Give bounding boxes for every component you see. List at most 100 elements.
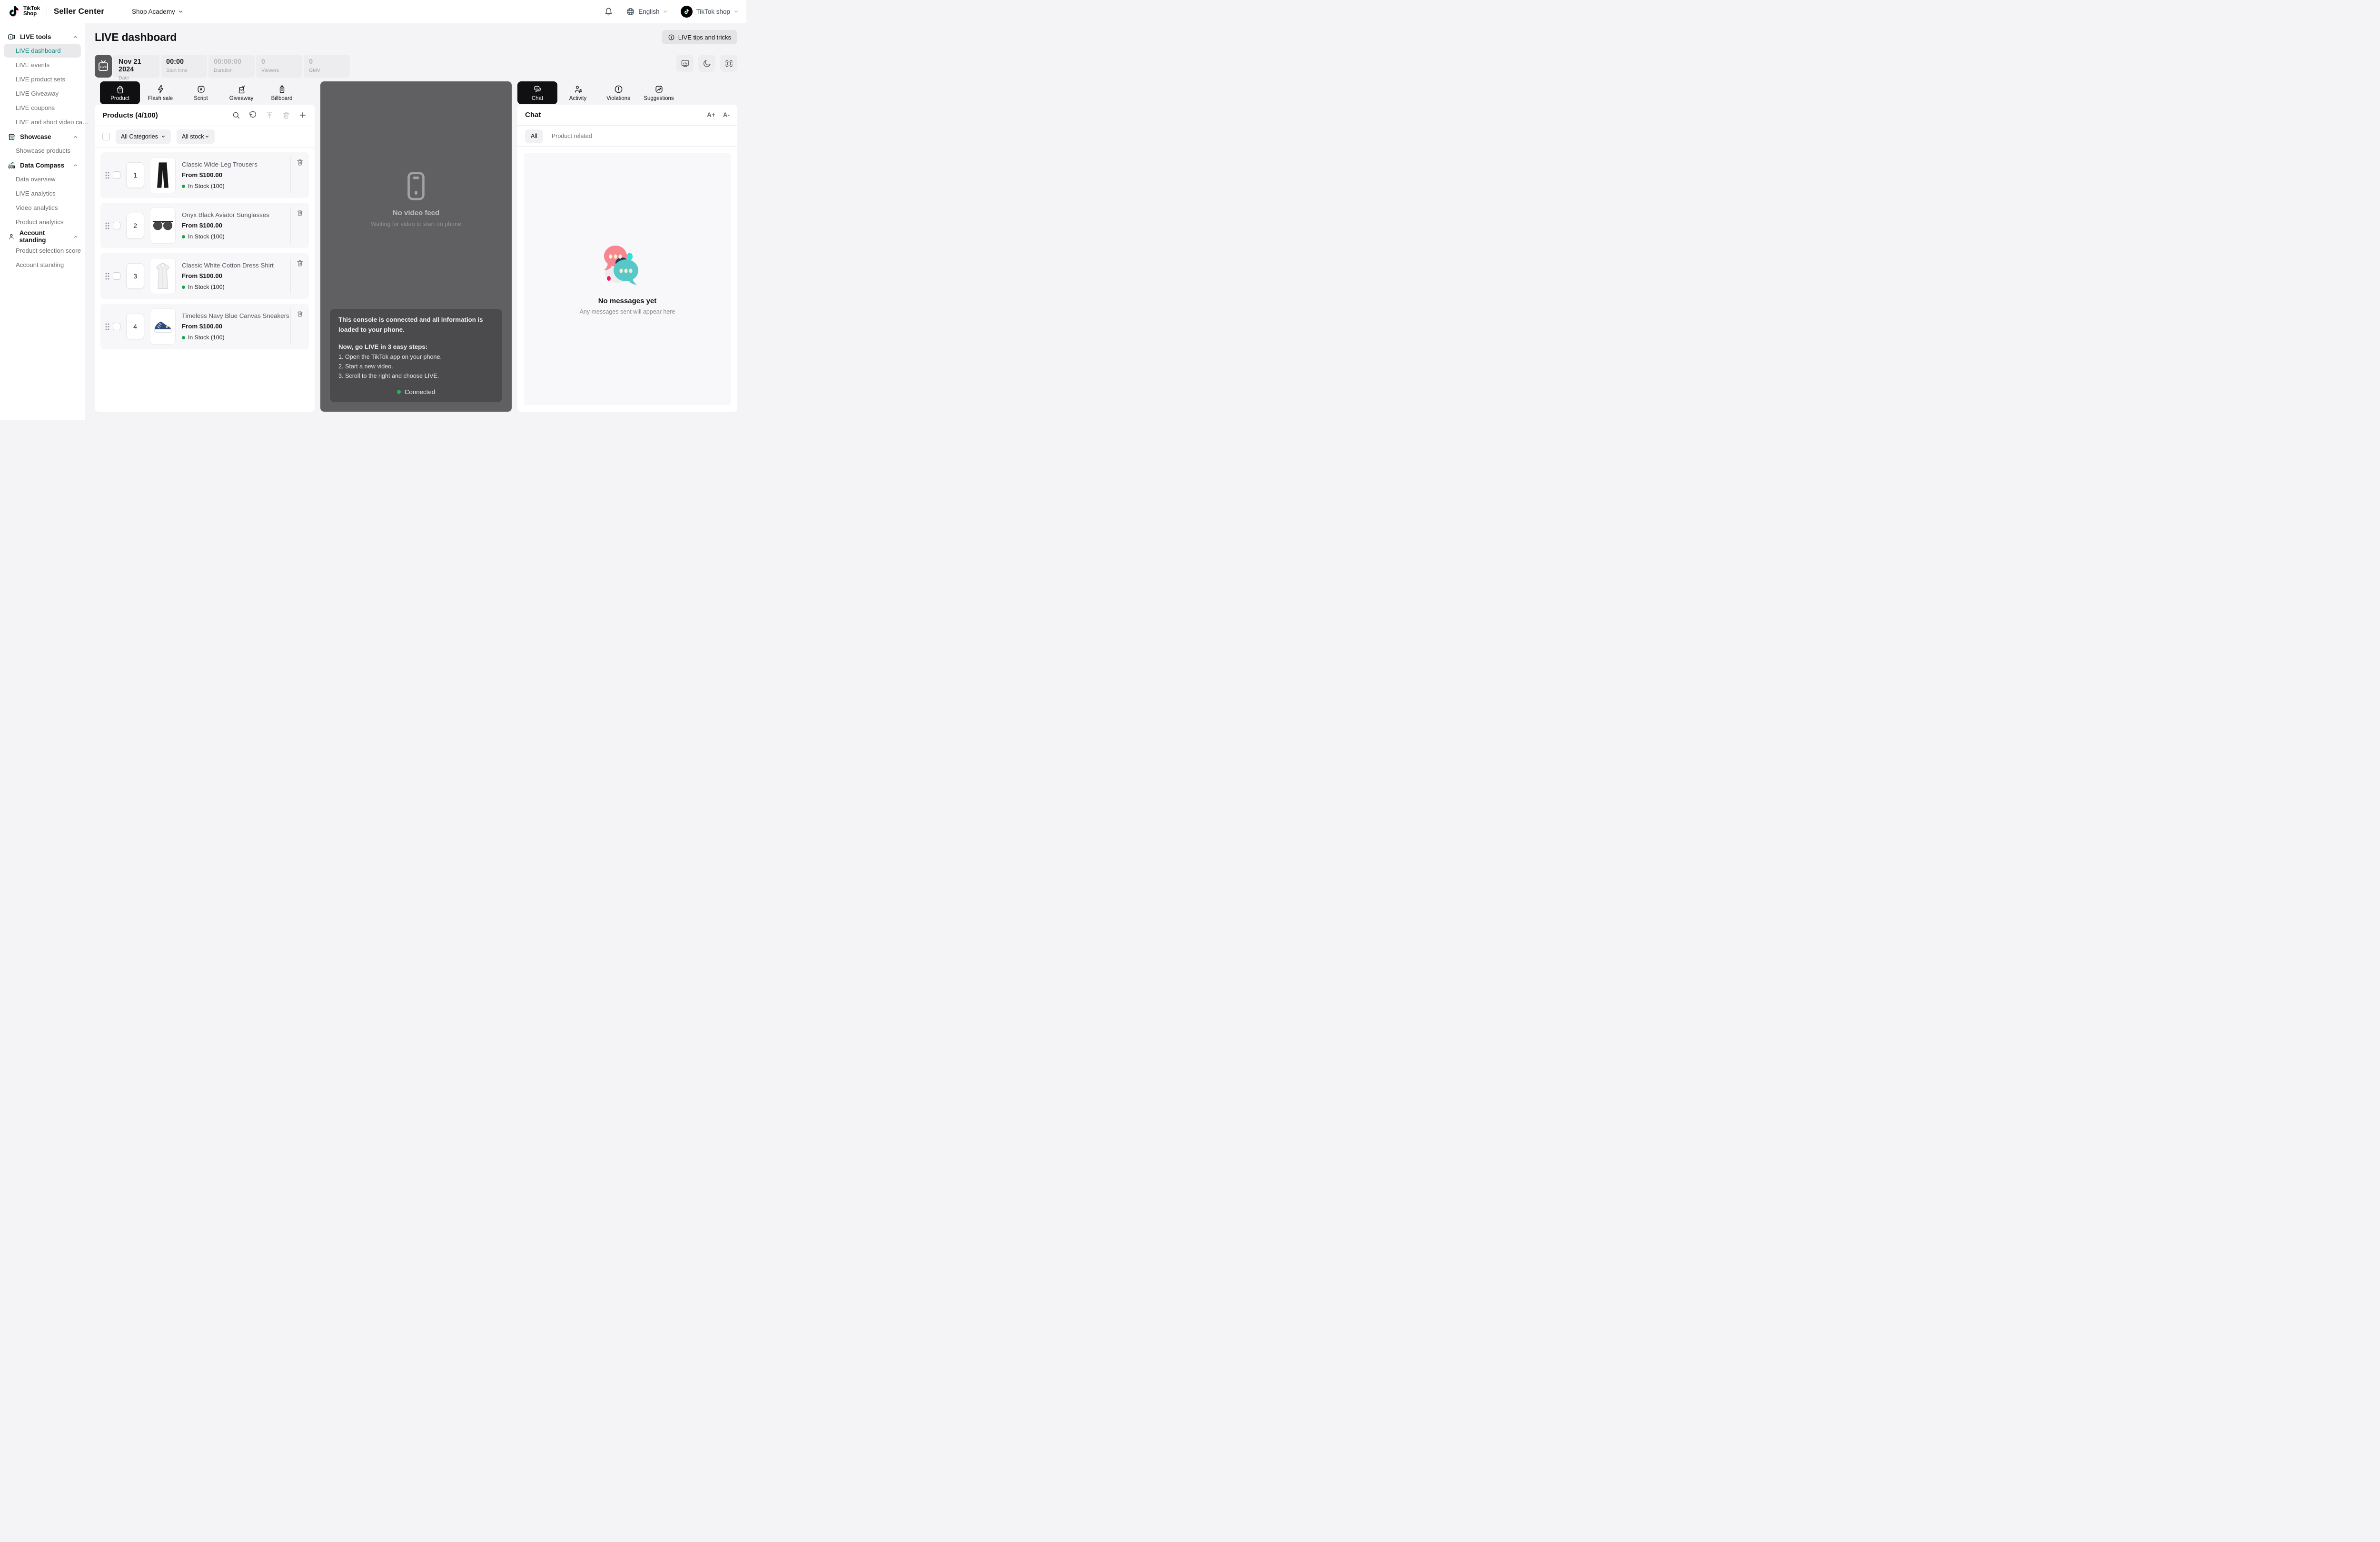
product-checkbox[interactable] [113,222,120,229]
account-menu[interactable]: TikTok shop [681,6,739,18]
notification-bell-icon[interactable] [604,7,613,16]
stat-label: Viewers [261,68,297,73]
chevron-up-icon [73,163,78,168]
delete-product-icon[interactable] [296,259,304,267]
tab-label: Violations [606,96,630,101]
delete-icon[interactable] [282,111,290,119]
tab-chat[interactable]: Chat [517,81,557,104]
delete-product-icon[interactable] [296,310,304,317]
dark-mode-button[interactable] [698,55,715,72]
sidebar-group-live-tools[interactable]: LIVE tools [0,30,85,44]
sidebar-group-showcase[interactable]: Showcase [0,129,85,144]
tab-script[interactable]: A Script [181,81,221,104]
font-decrease-button[interactable]: A- [723,111,730,119]
language-label: English [638,8,659,15]
sidebar-group-account-standing[interactable]: Account standing [0,229,85,244]
stat-value: 00:00:00 [214,58,249,66]
delete-product-icon[interactable] [296,158,304,166]
drag-handle-icon[interactable] [105,273,109,280]
chevron-down-icon [663,9,668,14]
product-rank: 3 [126,263,144,289]
sidebar-item-live-giveaway[interactable]: LIVE Giveaway [4,87,81,100]
sidebar-item-video-analytics[interactable]: Video analytics [4,201,81,215]
info-icon [668,34,675,41]
tab-billboard[interactable]: Billboard [262,81,302,104]
drag-handle-icon[interactable] [105,222,109,229]
drag-handle-icon[interactable] [105,172,109,179]
tab-label: Script [194,96,208,101]
stat-label: Start time [166,68,202,73]
sidebar-item-product-selection-score[interactable]: Product selection score [4,244,81,257]
stock-dot [182,286,185,289]
product-checkbox[interactable] [113,171,120,179]
shopping-bag-icon [116,85,125,94]
sidebar-item-showcase-products[interactable]: Showcase products [4,144,81,158]
nav-shop-academy[interactable]: Shop Academy [132,8,183,15]
chat-empty-illustration [601,244,654,285]
product-image-trousers [150,157,176,193]
screen-share-button[interactable] [676,55,694,72]
delete-product-icon[interactable] [296,209,304,217]
add-product-icon[interactable] [298,111,307,119]
avatar [681,6,693,18]
brand-text: TikTok Shop [23,6,40,17]
products-panel: Product Flash sale A Script Giveaway Bil… [95,81,315,412]
sidebar-item-data-overview[interactable]: Data overview [4,172,81,186]
sidebar-item-live-dashboard[interactable]: LIVE dashboard [4,44,81,58]
sidebar-group-data-compass[interactable]: Data Compass [0,158,85,172]
undo-icon[interactable] [248,111,257,119]
font-increase-button[interactable]: A+ [707,111,715,119]
chevron-up-icon [73,34,78,40]
row-divider [290,258,291,294]
product-checkbox[interactable] [113,272,120,280]
product-name: Onyx Black Aviator Sunglasses [182,211,269,218]
product-row: 4 Timeless Navy Blue Canvas Sneakers Fro… [100,304,309,349]
row-divider [290,308,291,345]
fullscreen-icon [724,59,734,68]
sidebar-item-account-standing[interactable]: Account standing [4,258,81,272]
stock-filter-select[interactable]: All stock [177,129,215,144]
tab-flash-sale[interactable]: Flash sale [140,81,180,104]
billboard-icon [278,85,287,94]
tab-product[interactable]: Product [100,81,140,104]
chevron-down-icon [178,9,183,14]
chat-panel: Chat Activity Violations Suggestions Cha [517,81,737,412]
tab-violations[interactable]: Violations [598,81,638,104]
product-list: 1 Classic Wide-Leg Trousers From $100.00… [95,148,315,354]
chat-filter-product-related[interactable]: Product related [552,133,592,139]
tiktok-shop-logo[interactable]: TikTok Shop [8,4,40,19]
category-filter-select[interactable]: All Categories [116,129,171,144]
stat-date: Nov 21 2024 Date [113,55,159,78]
globe-icon [626,7,635,16]
sidebar: LIVE tools LIVE dashboard LIVE events LI… [0,23,85,420]
tab-suggestions[interactable]: Suggestions [639,81,679,104]
select-all-checkbox[interactable] [102,133,110,140]
product-rank: 4 [126,314,144,339]
tab-giveaway[interactable]: Giveaway [221,81,261,104]
tab-activity[interactable]: Activity [558,81,598,104]
chat-bubbles-icon [533,85,542,94]
sidebar-item-product-analytics[interactable]: Product analytics [4,215,81,229]
tab-label: Product [110,96,129,101]
sidebar-item-live-short-video[interactable]: LIVE and short video ca… [4,115,81,129]
live-tips-button[interactable]: LIVE tips and tricks [662,30,737,44]
drag-handle-icon[interactable] [105,323,109,330]
product-checkbox[interactable] [113,323,120,330]
fullscreen-button[interactable] [720,55,737,72]
chat-filter-all[interactable]: All [525,129,543,143]
connected-dot [397,390,401,394]
console-line-1: This console is connected and all inform… [338,315,494,335]
product-price: From $100.00 [182,323,289,330]
sidebar-item-live-coupons[interactable]: LIVE coupons [4,101,81,115]
no-video-feed-title: No video feed [393,209,439,217]
product-image-sunglasses [150,208,176,244]
pin-to-top-icon[interactable] [265,111,274,119]
language-selector[interactable]: English [626,7,668,16]
sidebar-item-live-analytics[interactable]: LIVE analytics [4,187,81,200]
row-divider [290,157,291,193]
search-icon[interactable] [232,111,240,119]
sidebar-item-live-product-sets[interactable]: LIVE product sets [4,72,81,86]
chat-title: Chat [525,111,541,119]
console-tabs: Product Flash sale A Script Giveaway Bil… [95,81,315,104]
sidebar-item-live-events[interactable]: LIVE events [4,58,81,72]
